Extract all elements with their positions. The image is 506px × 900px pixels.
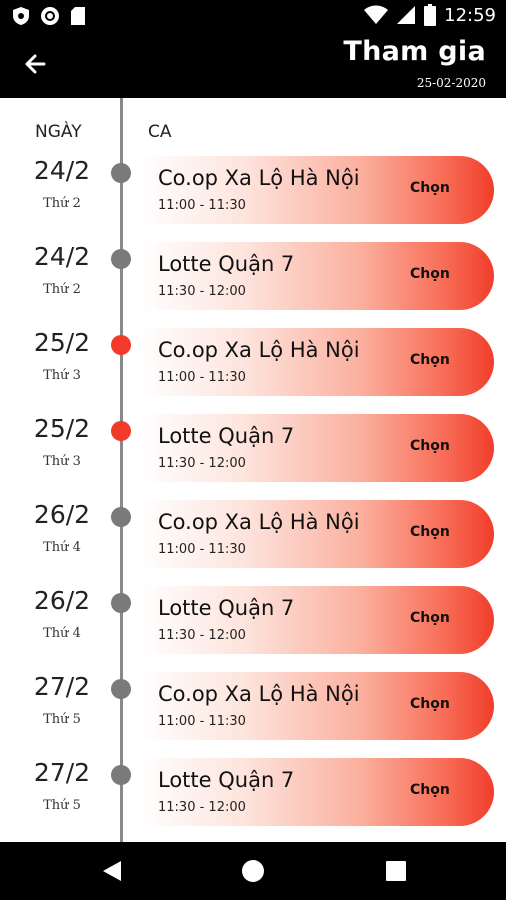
choose-button[interactable]: Chọn bbox=[410, 266, 450, 282]
page-date: 25-02-2020 bbox=[416, 76, 486, 90]
choose-button[interactable]: Chọn bbox=[410, 180, 450, 196]
day-date: 25/2 bbox=[33, 414, 91, 443]
navigation-bar bbox=[0, 842, 506, 900]
circle-home-icon bbox=[242, 860, 264, 882]
choose-button[interactable]: Chọn bbox=[410, 352, 450, 368]
nav-recents-button[interactable] bbox=[366, 842, 426, 900]
shift-card[interactable]: Co.op Xa Lộ Hà Nội 11:00 - 11:30 Chọn bbox=[140, 500, 494, 568]
page-title: Tham gia bbox=[343, 36, 486, 67]
triangle-back-icon bbox=[103, 861, 121, 881]
shift-card[interactable]: Co.op Xa Lộ Hà Nội 11:00 - 11:30 Chọn bbox=[140, 672, 494, 740]
schedule-content[interactable]: NGÀY CA 24/2 Thứ 2 Co.op Xa Lộ Hà Nội 11:00… bbox=[0, 98, 506, 842]
record-icon bbox=[41, 7, 59, 25]
day-weekday: Thứ 2 bbox=[43, 282, 81, 297]
choose-button[interactable]: Chọn bbox=[410, 610, 450, 626]
shift-card[interactable]: Lotte Quận 7 11:30 - 12:00 Chọn bbox=[140, 586, 494, 654]
shift-row: 26/2 Thứ 4 Co.op Xa Lộ Hà Nội 11:00 - 11:30… bbox=[0, 500, 506, 572]
nav-home-button[interactable] bbox=[223, 842, 283, 900]
shift-column-header: CA bbox=[148, 122, 172, 142]
shift-time: 11:30 - 12:00 bbox=[158, 284, 246, 299]
timeline-dot bbox=[111, 335, 131, 355]
shift-row: 27/2 Thứ 5 Lotte Quận 7 11:30 - 12:00 Chọn bbox=[0, 758, 506, 830]
timeline-dot bbox=[111, 593, 131, 613]
day-weekday: Thứ 2 bbox=[43, 196, 81, 211]
day-date: 26/2 bbox=[33, 586, 91, 615]
shield-icon bbox=[13, 7, 29, 25]
day-date: 27/2 bbox=[33, 672, 91, 701]
shift-time: 11:00 - 11:30 bbox=[158, 542, 246, 557]
shift-card[interactable]: Lotte Quận 7 11:30 - 12:00 Chọn bbox=[140, 414, 494, 482]
shift-row: 24/2 Thứ 2 Lotte Quận 7 11:30 - 12:00 Chọn bbox=[0, 242, 506, 314]
day-date: 24/2 bbox=[33, 242, 91, 271]
day-weekday: Thứ 3 bbox=[43, 454, 81, 469]
store-name: Lotte Quận 7 bbox=[158, 596, 295, 620]
store-name: Co.op Xa Lộ Hà Nội bbox=[158, 682, 360, 706]
shift-time: 11:30 - 12:00 bbox=[158, 456, 246, 471]
shift-time: 11:00 - 11:30 bbox=[158, 714, 246, 729]
timeline-dot bbox=[111, 421, 131, 441]
shift-row: 25/2 Thứ 3 Co.op Xa Lộ Hà Nội 11:00 - 11:30… bbox=[0, 328, 506, 400]
day-weekday: Thứ 4 bbox=[43, 626, 81, 641]
notification-icons bbox=[12, 6, 86, 26]
shift-card[interactable]: Co.op Xa Lộ Hà Nội 11:00 - 11:30 Chọn bbox=[140, 328, 494, 396]
timeline-dot bbox=[111, 163, 131, 183]
store-name: Co.op Xa Lộ Hà Nội bbox=[158, 166, 360, 190]
shift-time: 11:30 - 12:00 bbox=[158, 628, 246, 643]
shift-row: 25/2 Thứ 3 Lotte Quận 7 11:30 - 12:00 Chọn bbox=[0, 414, 506, 486]
nav-back-button[interactable] bbox=[82, 842, 142, 900]
choose-button[interactable]: Chọn bbox=[410, 524, 450, 540]
shift-card[interactable]: Lotte Quận 7 11:30 - 12:00 Chọn bbox=[140, 758, 494, 826]
choose-button[interactable]: Chọn bbox=[410, 696, 450, 712]
store-name: Co.op Xa Lộ Hà Nội bbox=[158, 338, 360, 362]
back-button[interactable] bbox=[18, 46, 54, 82]
status-bar: 12:59 bbox=[0, 0, 506, 32]
timeline-dot bbox=[111, 507, 131, 527]
shift-card[interactable]: Lotte Quận 7 11:30 - 12:00 Chọn bbox=[140, 242, 494, 310]
arrow-left-icon bbox=[25, 54, 46, 74]
day-date: 26/2 bbox=[33, 500, 91, 529]
day-weekday: Thứ 5 bbox=[43, 712, 81, 727]
store-name: Lotte Quận 7 bbox=[158, 768, 295, 792]
day-weekday: Thứ 4 bbox=[43, 540, 81, 555]
timeline-dot bbox=[111, 249, 131, 269]
shift-card[interactable]: Co.op Xa Lộ Hà Nội 11:00 - 11:30 Chọn bbox=[140, 156, 494, 224]
square-recents-icon bbox=[386, 861, 406, 881]
app-bar: Tham gia 25-02-2020 bbox=[0, 32, 506, 98]
shift-row: 26/2 Thứ 4 Lotte Quận 7 11:30 - 12:00 Chọn bbox=[0, 586, 506, 658]
timeline-dot bbox=[111, 765, 131, 785]
day-date: 27/2 bbox=[33, 758, 91, 787]
clock: 12:59 bbox=[444, 4, 496, 26]
day-date: 24/2 bbox=[33, 156, 91, 185]
store-name: Lotte Quận 7 bbox=[158, 424, 295, 448]
system-icons: 12:59 bbox=[364, 4, 496, 26]
day-column-header: NGÀY bbox=[35, 122, 82, 142]
wifi-icon bbox=[364, 5, 389, 24]
day-date: 25/2 bbox=[33, 328, 91, 357]
day-weekday: Thứ 3 bbox=[43, 368, 81, 383]
timeline-dot bbox=[111, 679, 131, 699]
choose-button[interactable]: Chọn bbox=[410, 438, 450, 454]
day-weekday: Thứ 5 bbox=[43, 798, 81, 813]
shift-time: 11:30 - 12:00 bbox=[158, 800, 246, 815]
shift-time: 11:00 - 11:30 bbox=[158, 198, 246, 213]
shift-time: 11:00 - 11:30 bbox=[158, 370, 246, 385]
choose-button[interactable]: Chọn bbox=[410, 782, 450, 798]
store-name: Lotte Quận 7 bbox=[158, 252, 295, 276]
store-name: Co.op Xa Lộ Hà Nội bbox=[158, 510, 360, 534]
shift-row: 27/2 Thứ 5 Co.op Xa Lộ Hà Nội 11:00 - 11:30… bbox=[0, 672, 506, 744]
shift-row: 24/2 Thứ 2 Co.op Xa Lộ Hà Nội 11:00 - 11:30… bbox=[0, 156, 506, 228]
battery-icon bbox=[424, 4, 437, 26]
sd-card-icon bbox=[71, 7, 85, 25]
cellular-icon bbox=[397, 6, 416, 24]
